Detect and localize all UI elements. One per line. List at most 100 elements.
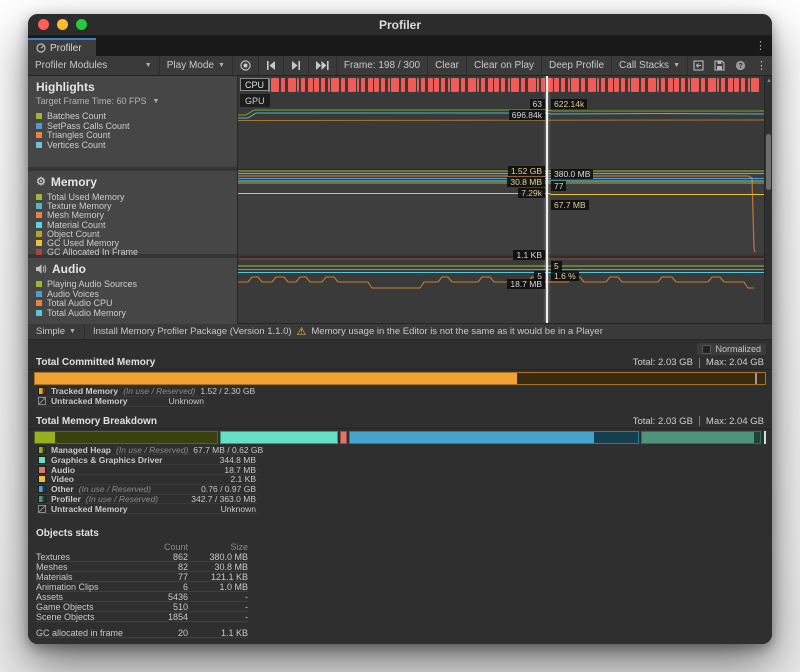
column-header-count: Count — [142, 542, 188, 552]
gpu-track-chip[interactable]: GPU — [240, 94, 270, 107]
chevron-down-icon: ▼ — [673, 62, 680, 69]
table-row-game-objects: Game Objects 510 - — [36, 602, 248, 612]
profiler-modules-dropdown[interactable]: Profiler Modules ▼ — [28, 56, 160, 75]
counter-triangles-count[interactable]: Triangles Count — [28, 130, 237, 140]
counter-object-count[interactable]: Object Count — [28, 229, 237, 238]
chart-value-label: 622.14k — [551, 99, 587, 109]
legend-label: Managed Heap — [51, 445, 111, 455]
chart-value-label: 696.84k — [509, 110, 545, 120]
module-highlights[interactable]: Highlights Target Frame Time: 60 FPS ▼ B… — [28, 76, 237, 167]
table-row-gc-allocated: GC allocated in frame 20 1.1 KB — [36, 628, 248, 638]
counter-batches-count[interactable]: Batches Count — [28, 111, 237, 121]
chart-scrollbar[interactable]: ▲ — [764, 76, 772, 323]
call-stacks-label: Call Stacks — [619, 60, 669, 71]
clear-on-play-toggle[interactable]: Clear on Play — [467, 56, 542, 75]
counter-audio-voices[interactable]: Audio Voices — [28, 289, 237, 299]
normalized-toggle[interactable]: Normalized — [697, 343, 766, 355]
legend-swatch — [38, 475, 46, 483]
normalized-checkbox[interactable] — [702, 345, 711, 354]
module-memory[interactable]: ⚙ Memory Total Used Memory Texture Memor… — [28, 171, 237, 254]
record-button[interactable] — [233, 56, 259, 75]
call-stacks-dropdown[interactable]: Call Stacks ▼ — [612, 56, 688, 75]
counter-setpass-calls-count[interactable]: SetPass Calls Count — [28, 121, 237, 131]
toolbar-menu-button[interactable]: ⋮ — [751, 56, 772, 75]
clear-button[interactable]: Clear — [428, 56, 467, 75]
chart-value-label: 1.6 % — [551, 271, 579, 281]
frame-playhead[interactable] — [546, 76, 548, 323]
counter-swatch — [36, 240, 42, 246]
counter-material-count[interactable]: Material Count — [28, 220, 237, 229]
save-icon — [714, 60, 725, 71]
counter-gc-allocated-in-frame[interactable]: GC Allocated In Frame — [28, 248, 237, 257]
legend-label: Untracked Memory — [51, 396, 128, 406]
legend-value: 342.7 / 363.0 MB — [191, 494, 256, 504]
segment-in-use — [35, 432, 55, 443]
tab-bar: Profiler ⋮ — [28, 36, 772, 56]
divider — [699, 416, 700, 426]
speaker-icon — [36, 264, 47, 274]
counter-label: Total Audio CPU — [47, 298, 113, 308]
max-marker — [764, 431, 766, 444]
counter-gc-used-memory[interactable]: GC Used Memory — [28, 238, 237, 247]
segment-profiler[interactable] — [641, 431, 760, 444]
view-mode-dropdown[interactable]: Simple ▼ — [28, 324, 85, 339]
segment-reserved — [594, 432, 639, 443]
segment-other[interactable] — [349, 431, 640, 444]
legend-value: Unknown — [221, 504, 256, 514]
counter-label: Audio Voices — [47, 289, 99, 299]
frame-counter: Frame: 198 / 300 — [337, 56, 428, 75]
breakdown-max-value: Max: 2.04 GB — [706, 416, 764, 427]
counter-mesh-memory[interactable]: Mesh Memory — [28, 211, 237, 220]
section-title: Total Committed Memory — [36, 357, 155, 368]
counter-playing-audio-sources[interactable]: Playing Audio Sources — [28, 279, 237, 289]
chart-value-label: 5 — [551, 261, 562, 271]
counter-swatch — [36, 212, 42, 218]
module-audio[interactable]: Audio Playing Audio Sources Audio Voices… — [28, 258, 237, 324]
play-mode-label: Play Mode — [167, 60, 214, 71]
gauge-icon — [36, 43, 46, 53]
help-button[interactable]: ? — [730, 56, 751, 75]
load-icon — [693, 60, 704, 71]
legend-value: 0.76 / 0.97 GB — [201, 484, 256, 494]
save-profile-button[interactable] — [709, 56, 730, 75]
counter-total-audio-cpu[interactable]: Total Audio CPU — [28, 298, 237, 308]
counter-total-used-memory[interactable]: Total Used Memory — [28, 192, 237, 201]
deep-profile-toggle[interactable]: Deep Profile — [542, 56, 612, 75]
section-title: Total Memory Breakdown — [36, 416, 157, 427]
table-row-assets: Assets 5436 - — [36, 592, 248, 602]
counter-label: SetPass Calls Count — [47, 121, 130, 131]
counter-swatch — [36, 231, 42, 237]
scroll-up-icon[interactable]: ▲ — [766, 78, 772, 84]
segment-audio[interactable] — [340, 431, 347, 444]
tab-menu-icon[interactable]: ⋮ — [755, 39, 766, 52]
module-title: Audio — [52, 262, 86, 276]
load-profile-button[interactable] — [688, 56, 709, 75]
chart-canvas[interactable]: CPU GPU — [238, 76, 764, 323]
play-mode-dropdown[interactable]: Play Mode ▼ — [160, 56, 233, 75]
scrollbar-thumb[interactable] — [766, 134, 771, 190]
current-frame-button[interactable] — [309, 56, 337, 75]
chart-value-label: 67.7 MB — [551, 200, 589, 210]
legend-value: 18.7 MB — [224, 465, 256, 475]
install-package-link[interactable]: Install Memory Profiler Package (Version… — [93, 326, 292, 337]
counter-swatch — [36, 222, 42, 228]
next-frame-button[interactable] — [284, 56, 309, 75]
clear-on-play-label: Clear on Play — [474, 60, 534, 71]
counter-total-audio-memory[interactable]: Total Audio Memory — [28, 308, 237, 318]
table-row-materials: Materials 77 121.1 KB — [36, 572, 248, 582]
tab-profiler[interactable]: Profiler — [28, 38, 96, 56]
counter-texture-memory[interactable]: Texture Memory — [28, 201, 237, 210]
legend-value: 1.52 / 2.30 GB — [200, 386, 255, 396]
segment-graphics[interactable] — [220, 431, 337, 444]
legend-label: Audio — [51, 465, 75, 475]
counter-label: GC Allocated In Frame — [47, 247, 138, 257]
cpu-track-chip[interactable]: CPU — [240, 78, 269, 91]
profiler-modules-label: Profiler Modules — [35, 60, 107, 71]
segment-managed-heap[interactable] — [34, 431, 218, 444]
prev-frame-button[interactable] — [259, 56, 284, 75]
breakdown-total-value: Total: 2.03 GB — [633, 416, 693, 427]
committed-total-value: Total: 2.03 GB — [633, 357, 693, 368]
counter-vertices-count[interactable]: Vertices Count — [28, 140, 237, 150]
legend-sublabel: (In use / Reserved) — [86, 494, 158, 504]
target-frame-time-dropdown[interactable]: Target Frame Time: 60 FPS ▼ — [28, 95, 237, 107]
